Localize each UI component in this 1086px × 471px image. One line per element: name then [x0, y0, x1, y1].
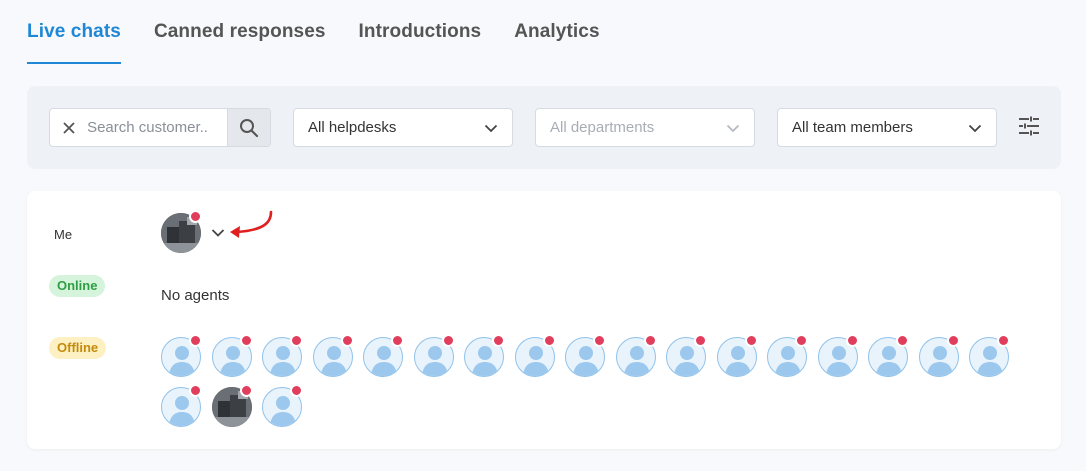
clear-search-button[interactable]: [50, 109, 87, 146]
team-members-select-value: All team members: [792, 119, 913, 136]
status-dot: [795, 334, 808, 347]
filter-settings-icon[interactable]: [1017, 114, 1041, 138]
chevron-down-icon: [968, 124, 982, 133]
status-dot: [189, 384, 202, 397]
status-dot: [391, 334, 404, 347]
agents-panel: Me Online No agents Offline: [27, 191, 1061, 449]
status-dot: [240, 334, 253, 347]
annotation-arrow: [230, 210, 273, 238]
status-dot: [644, 334, 657, 347]
status-dot: [492, 334, 505, 347]
search-icon: [240, 118, 259, 137]
status-dot: [240, 384, 253, 397]
search-box: [49, 108, 271, 147]
status-dot: [442, 334, 455, 347]
status-dot: [745, 334, 758, 347]
status-dot: [593, 334, 606, 347]
close-icon: [62, 121, 75, 134]
status-dot: [290, 334, 303, 347]
status-dot: [896, 334, 909, 347]
chevron-down-icon: [726, 124, 740, 133]
offline-status-badge: Offline: [49, 337, 107, 359]
status-dot: [290, 384, 303, 397]
filter-bar: All helpdesks All departments All team m…: [27, 86, 1061, 169]
helpdesks-select-value: All helpdesks: [308, 119, 397, 136]
helpdesks-select[interactable]: All helpdesks: [293, 108, 513, 147]
status-dot: [846, 334, 859, 347]
departments-select-value: All departments: [550, 119, 655, 136]
online-status-badge: Online: [49, 275, 106, 297]
status-dot: [189, 210, 202, 223]
status-dot: [997, 334, 1010, 347]
status-dot: [694, 334, 707, 347]
tab-analytics[interactable]: Analytics: [514, 0, 599, 64]
no-agents-text: No agents: [161, 287, 230, 304]
tab-canned-responses[interactable]: Canned responses: [154, 0, 326, 64]
search-button[interactable]: [227, 109, 270, 146]
departments-select[interactable]: All departments: [535, 108, 755, 147]
team-members-select[interactable]: All team members: [777, 108, 997, 147]
status-dot: [947, 334, 960, 347]
status-dot: [341, 334, 354, 347]
status-dot: [189, 334, 202, 347]
chevron-down-icon[interactable]: [211, 227, 225, 239]
tab-bar: Live chats Canned responses Introduction…: [27, 0, 633, 64]
chevron-down-icon: [484, 124, 498, 133]
me-label: Me: [54, 227, 73, 242]
tab-live-chats[interactable]: Live chats: [27, 0, 121, 64]
status-dot: [543, 334, 556, 347]
tab-introductions[interactable]: Introductions: [359, 0, 482, 64]
search-input[interactable]: [87, 109, 228, 146]
